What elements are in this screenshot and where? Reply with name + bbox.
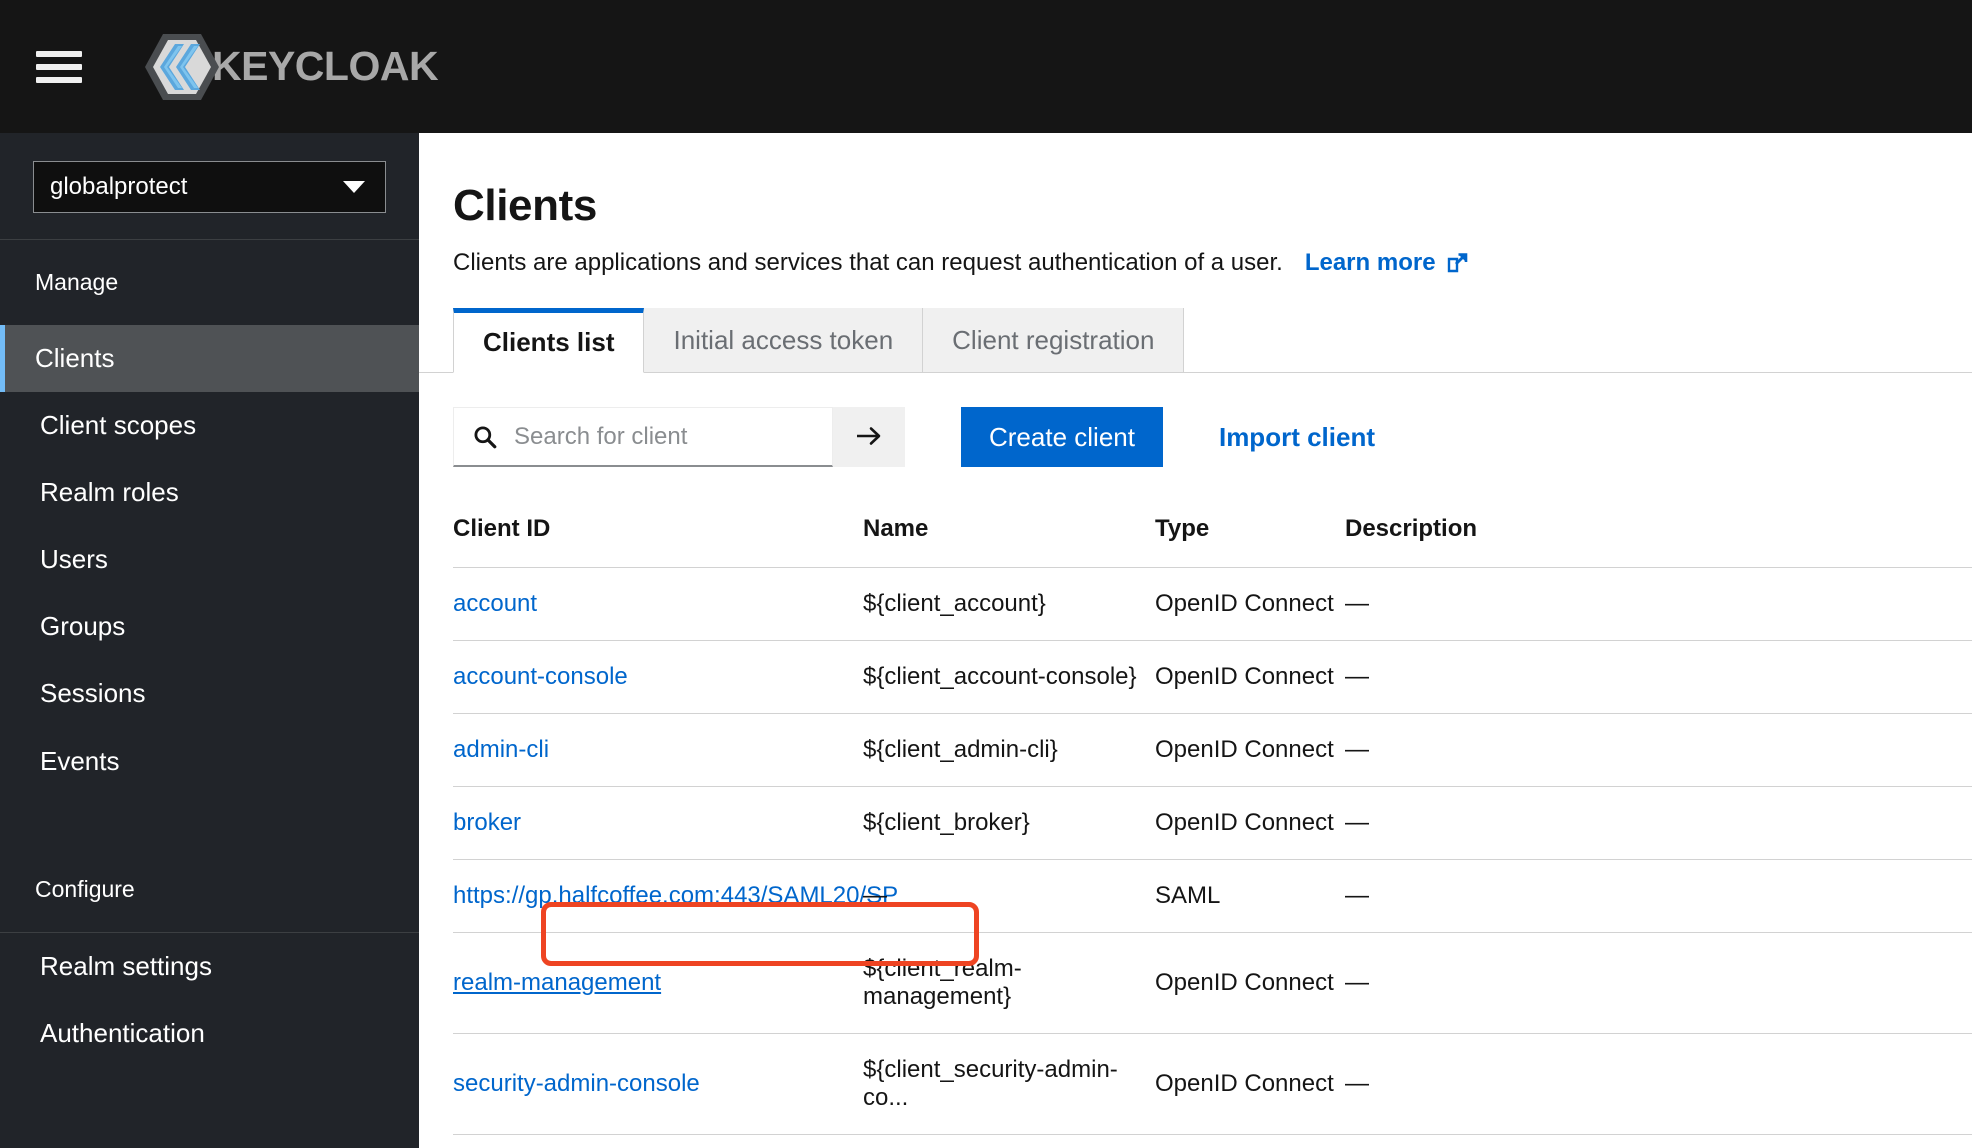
tab-client-registration[interactable]: Client registration [923, 308, 1185, 372]
cell-client-id: realm-management [453, 932, 863, 1034]
search-box[interactable] [453, 407, 833, 467]
client-id-link-saml[interactable]: https://gp.halfcoffee.com:443/SAML20/SP [453, 882, 898, 909]
realm-selector[interactable]: globalprotect [33, 161, 386, 213]
client-id-link[interactable]: broker [453, 809, 521, 836]
table-row: broker ${client_broker} OpenID Connect — [453, 786, 1972, 860]
cell-description: — [1345, 713, 1972, 787]
client-id-link[interactable]: security-admin-console [453, 1070, 700, 1097]
clients-table-body: account ${client_account} OpenID Connect… [453, 567, 1972, 1135]
sidebar-item-realm-settings[interactable]: Realm settings [0, 933, 419, 1000]
sidebar-item-authentication[interactable]: Authentication [0, 1000, 419, 1067]
sidebar-item-groups[interactable]: Groups [0, 593, 419, 660]
cell-name: ${client_account-console} [863, 640, 1155, 714]
main-content: Clients Clients are applications and ser… [419, 133, 1972, 1148]
table-row: realm-management ${client_realm-manageme… [453, 932, 1972, 1034]
cell-type: OpenID Connect [1155, 786, 1345, 860]
cell-type: OpenID Connect [1155, 1033, 1345, 1135]
column-header-description[interactable]: Description [1345, 501, 1972, 568]
tab-bar: Clients list Initial access token Client… [419, 308, 1972, 373]
cell-description: — [1345, 567, 1972, 641]
cell-client-id: broker [453, 786, 863, 860]
cell-name: ${client_broker} [863, 786, 1155, 860]
table-header-row: Client ID Name Type Description [453, 501, 1972, 568]
page-header: Clients Clients are applications and ser… [419, 133, 1972, 277]
cell-client-id: admin-cli [453, 713, 863, 787]
table-row: account-console ${client_account-console… [453, 640, 1972, 714]
table-row: security-admin-console ${client_security… [453, 1033, 1972, 1135]
page-description: Clients are applications and services th… [453, 249, 1283, 276]
table-row-highlighted: https://gp.halfcoffee.com:443/SAML20/SP … [453, 859, 1972, 933]
search-input[interactable] [514, 422, 794, 451]
toolbar: Create client Import client [419, 373, 1972, 501]
cell-name: — [863, 859, 1155, 933]
hamburger-menu-icon[interactable] [36, 47, 82, 87]
create-client-button[interactable]: Create client [961, 407, 1163, 467]
sidebar-item-events[interactable]: Events [0, 728, 419, 795]
external-link-icon [1445, 251, 1469, 275]
body-split: globalprotect Manage Clients Client scop… [0, 133, 1972, 1148]
realm-selector-value: globalprotect [50, 173, 188, 200]
search-submit-button[interactable] [833, 407, 905, 467]
page-title: Clients [453, 181, 597, 230]
brand-name: KEYCLOAK [212, 43, 439, 89]
cell-name: ${client_account} [863, 567, 1155, 641]
cell-name: ${client_security-admin-co... [863, 1033, 1155, 1135]
cell-client-id: security-admin-console [453, 1033, 863, 1135]
table-row: admin-cli ${client_admin-cli} OpenID Con… [453, 713, 1972, 787]
arrow-right-icon [854, 424, 884, 451]
keycloak-logo-icon [144, 32, 220, 102]
table-row: account ${client_account} OpenID Connect… [453, 567, 1972, 641]
chevron-down-icon [343, 181, 365, 193]
masthead: KEYCLOAK [0, 0, 1972, 133]
clients-table-head: Client ID Name Type Description [453, 501, 1972, 568]
client-id-link[interactable]: admin-cli [453, 736, 549, 763]
keycloak-admin-console: KEYCLOAK globalprotect Manage Clients Cl… [0, 0, 1972, 1148]
cell-client-id: account [453, 567, 863, 641]
cell-description: — [1345, 1033, 1972, 1135]
cell-type: OpenID Connect [1155, 713, 1345, 787]
cell-client-id: account-console [453, 640, 863, 714]
hamburger-bar [36, 76, 82, 83]
hamburger-bar [36, 63, 82, 70]
hamburger-bar [36, 50, 82, 57]
realm-selector-wrapper: globalprotect [0, 133, 419, 239]
cell-name: ${client_admin-cli} [863, 713, 1155, 787]
cell-description: — [1345, 640, 1972, 714]
import-client-button[interactable]: Import client [1219, 422, 1375, 453]
cell-type: OpenID Connect [1155, 567, 1345, 641]
client-id-link[interactable]: realm-management [453, 969, 661, 996]
client-id-link[interactable]: account [453, 590, 537, 617]
learn-more-link[interactable]: Learn more [1305, 249, 1469, 277]
page-description-row: Clients are applications and services th… [453, 249, 1932, 277]
cell-type: SAML [1155, 859, 1345, 933]
sidebar-item-users[interactable]: Users [0, 526, 419, 593]
search-icon [472, 424, 498, 450]
tab-initial-access-token[interactable]: Initial access token [644, 308, 924, 372]
cell-type: OpenID Connect [1155, 932, 1345, 1034]
cell-name: ${client_realm-management} [863, 932, 1155, 1034]
clients-table-wrapper: Client ID Name Type Description account … [419, 501, 1972, 1135]
tab-clients-list[interactable]: Clients list [453, 308, 645, 373]
search-group [453, 407, 905, 467]
column-header-name[interactable]: Name [863, 501, 1155, 568]
sidebar-item-clients[interactable]: Clients [0, 325, 419, 393]
cell-description: — [1345, 932, 1972, 1034]
brand-logo[interactable]: KEYCLOAK [144, 32, 439, 102]
cell-description: — [1345, 786, 1972, 860]
client-id-link[interactable]: account-console [453, 663, 628, 690]
sidebar: globalprotect Manage Clients Client scop… [0, 133, 419, 1148]
cell-description: — [1345, 859, 1972, 933]
sidebar-item-sessions[interactable]: Sessions [0, 660, 419, 727]
cell-client-id: https://gp.halfcoffee.com:443/SAML20/SP [453, 859, 898, 933]
sidebar-item-realm-roles[interactable]: Realm roles [0, 459, 419, 526]
nav-section-title-configure: Configure [35, 875, 135, 902]
clients-table: Client ID Name Type Description account … [453, 501, 1972, 1135]
learn-more-label: Learn more [1304, 249, 1436, 276]
column-header-type[interactable]: Type [1155, 501, 1345, 568]
cell-type: OpenID Connect [1155, 640, 1345, 714]
sidebar-item-client-scopes[interactable]: Client scopes [0, 392, 419, 459]
column-header-client-id[interactable]: Client ID [453, 501, 863, 568]
nav-section-title-manage: Manage [35, 269, 119, 295]
